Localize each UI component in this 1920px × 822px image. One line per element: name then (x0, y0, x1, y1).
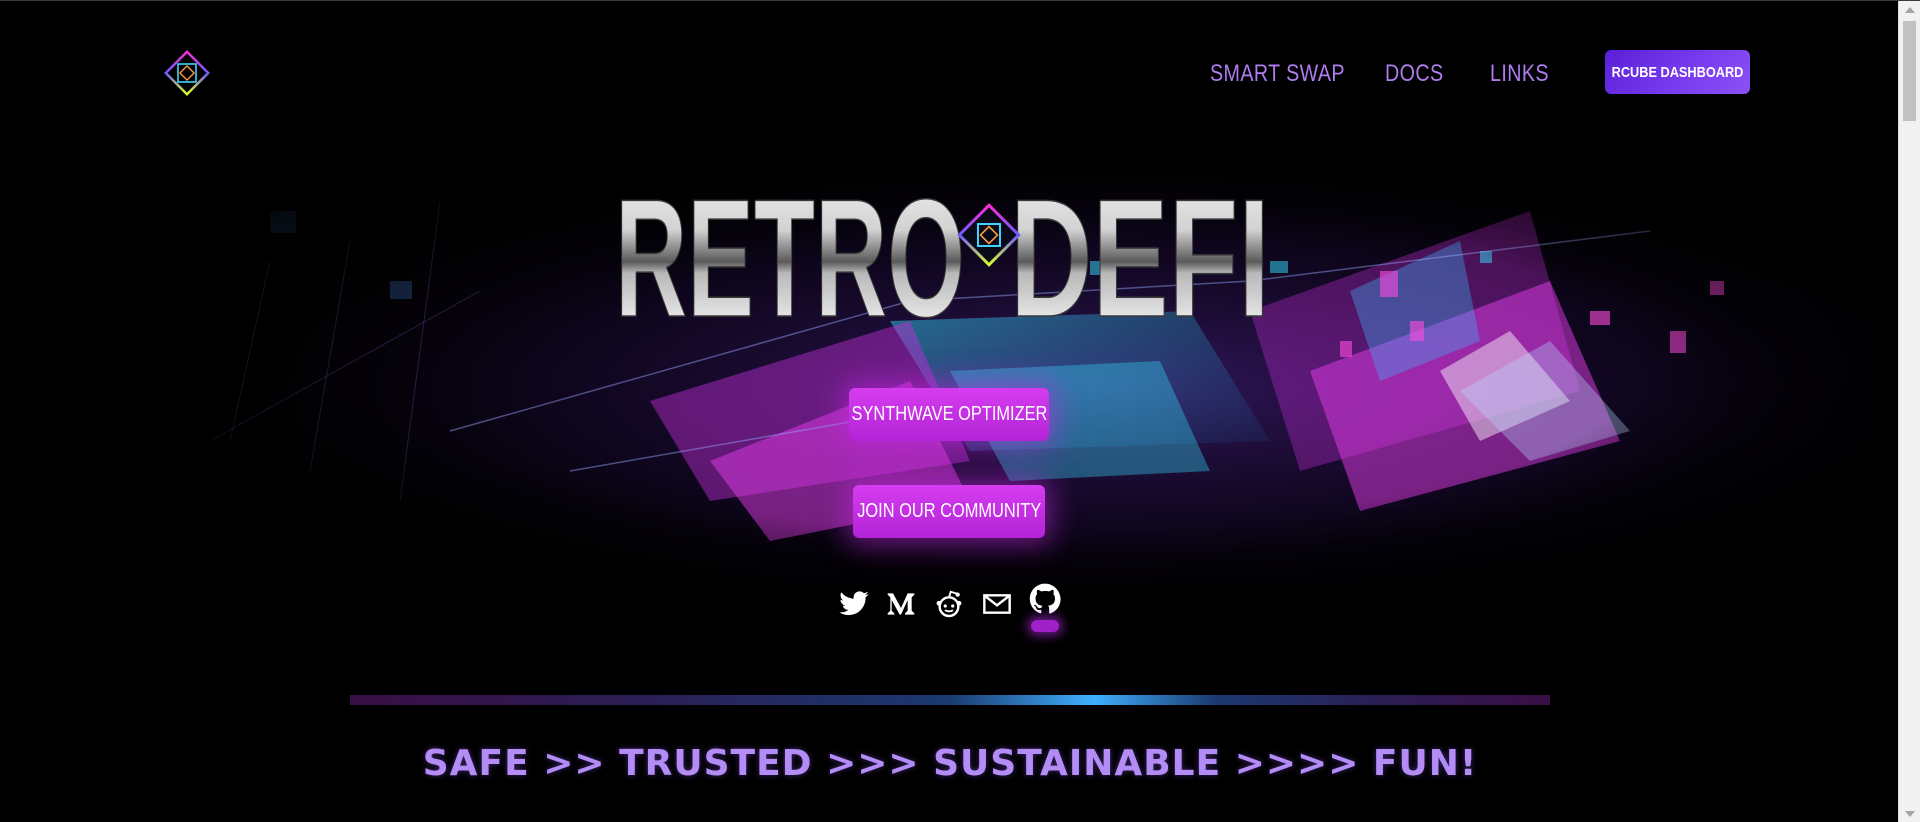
synthwave-optimizer-label: SYNTHWAVE OPTIMIZER (851, 403, 1047, 425)
hero-title-right: DEFI (1010, 164, 1270, 331)
mail-icon[interactable] (981, 588, 1013, 620)
nav-docs[interactable]: DOCS (1385, 60, 1444, 88)
medium-icon[interactable] (885, 588, 917, 620)
nav-links[interactable]: LINKS (1490, 60, 1549, 88)
social-links (838, 583, 1061, 643)
hero-title-logo: RETRO DEFI (614, 161, 1271, 353)
github-hover-indicator (1031, 620, 1059, 632)
github-icon[interactable] (1029, 583, 1061, 615)
scroll-up-icon[interactable] (1905, 7, 1915, 13)
rcube-dashboard-label: RCUBE DASHBOARD (1611, 63, 1744, 81)
rcube-dashboard-button[interactable]: RCUBE DASHBOARD (1605, 50, 1750, 94)
join-community-button[interactable]: JOIN OUR COMMUNITY (853, 485, 1045, 538)
scroll-down-icon[interactable] (1905, 811, 1915, 817)
synthwave-optimizer-button[interactable]: SYNTHWAVE OPTIMIZER (849, 388, 1049, 441)
logo-icon[interactable] (163, 49, 211, 97)
page: SMART SWAP DOCS LINKS RCUBE DASHBOARD RE… (0, 0, 1920, 822)
hero-title-left: RETRO (615, 164, 965, 331)
page-scrollbar[interactable] (1898, 1, 1920, 822)
nav-smart-swap[interactable]: SMART SWAP (1210, 60, 1345, 88)
join-community-label: JOIN OUR COMMUNITY (856, 500, 1042, 522)
reddit-icon[interactable] (933, 588, 965, 620)
tagline: SAFE >> TRUSTED >>> SUSTAINABLE >>>> FUN… (422, 743, 1478, 784)
scroll-thumb[interactable] (1903, 21, 1916, 121)
twitter-icon[interactable] (838, 588, 870, 620)
section-divider (350, 695, 1550, 705)
